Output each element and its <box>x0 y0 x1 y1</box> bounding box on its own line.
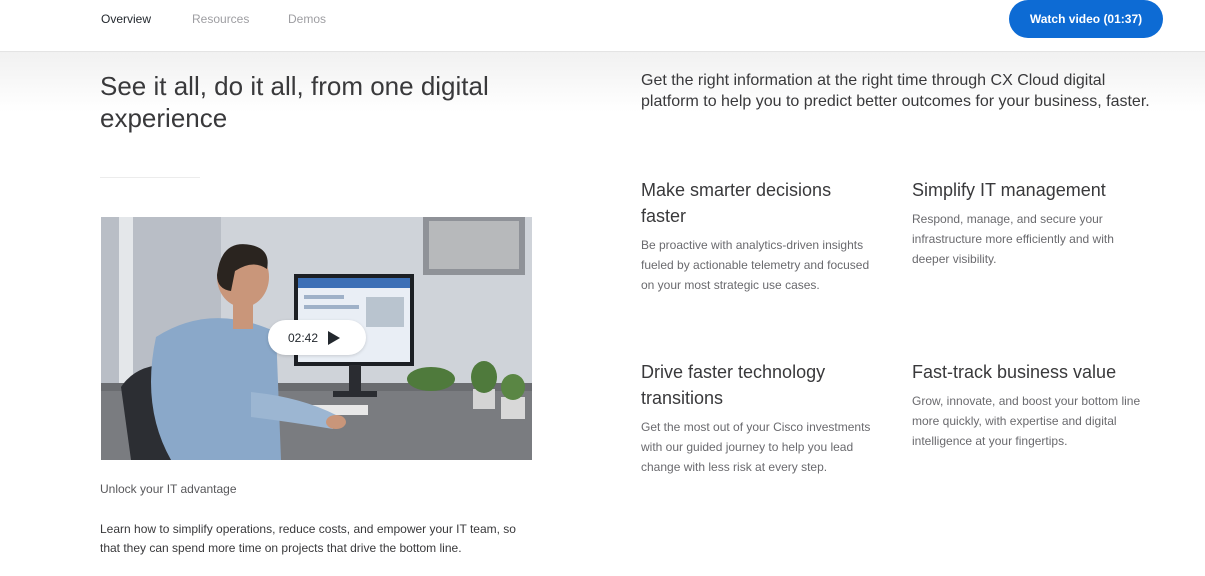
promo-heading: Unlock your IT advantage <box>100 482 237 496</box>
feature-body: Grow, innovate, and boost your bottom li… <box>912 394 1141 448</box>
feature-card: Fast-track business value Grow, innovate… <box>912 359 1147 451</box>
feature-body: Be proactive with analytics-driven insig… <box>641 238 870 292</box>
divider <box>100 177 200 178</box>
page-title: See it all, do it all, from one digital … <box>100 71 489 133</box>
tab-demos[interactable]: Demos <box>288 12 326 26</box>
feature-card: Drive faster technology transitions Get … <box>641 359 876 477</box>
promo-body: Learn how to simplify operations, reduce… <box>100 522 516 555</box>
feature-title: Make smarter decisions faster <box>641 180 832 226</box>
tab-resources[interactable]: Resources <box>192 12 249 26</box>
tab-overview[interactable]: Overview <box>101 12 151 26</box>
feature-body: Respond, manage, and secure your infrast… <box>912 212 1114 266</box>
intro-text: Get the right information at the right t… <box>641 72 1150 110</box>
feature-card: Simplify IT management Respond, manage, … <box>912 177 1147 269</box>
play-button[interactable]: 02:42 <box>268 320 366 355</box>
top-nav: Overview Resources Demos Watch video (01… <box>0 0 1205 52</box>
watch-video-button[interactable]: Watch video (01:37) <box>1009 0 1163 38</box>
feature-body: Get the most out of your Cisco investmen… <box>641 420 871 474</box>
feature-card: Make smarter decisions faster Be proacti… <box>641 177 876 295</box>
feature-title: Fast-track business value <box>912 362 1117 382</box>
video-duration: 02:42 <box>288 331 319 345</box>
play-icon <box>328 331 340 345</box>
feature-title: Drive faster technology transitions <box>641 362 826 408</box>
feature-title: Simplify IT management <box>912 180 1106 200</box>
